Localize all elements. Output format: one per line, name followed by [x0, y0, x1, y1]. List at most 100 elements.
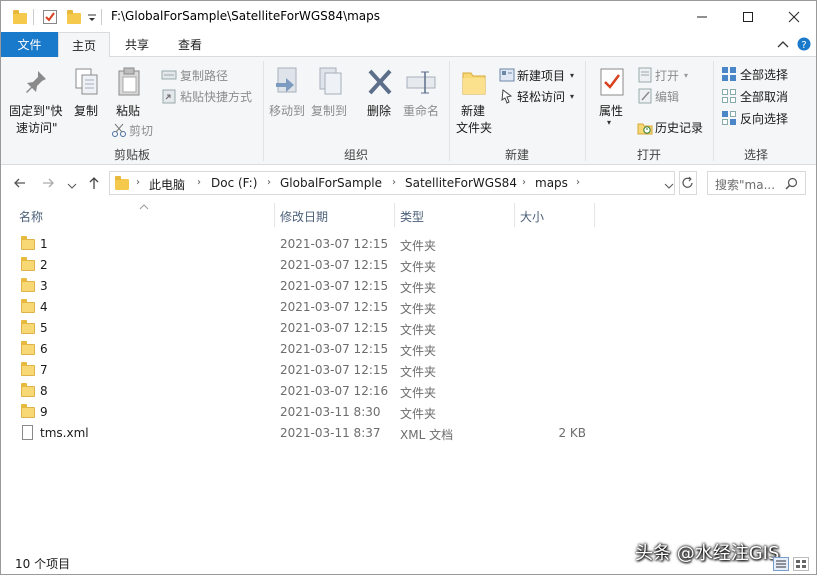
file-row[interactable]: 4 2021-03-07 12:15 文件夹: [15, 297, 805, 318]
copy-to-button[interactable]: 复制到: [311, 102, 347, 119]
copy-button[interactable]: 复制: [74, 102, 98, 119]
column-header-name[interactable]: 名称: [19, 208, 43, 225]
new-folder-qat-icon[interactable]: [67, 10, 81, 24]
file-date: 2021-03-07 12:15: [280, 279, 389, 293]
close-button[interactable]: [771, 1, 816, 32]
rename-button[interactable]: 重命名: [403, 102, 439, 119]
breadcrumb-drive[interactable]: Doc (F:): [211, 176, 257, 190]
tab-view[interactable]: 查看: [164, 32, 216, 57]
file-row[interactable]: 5 2021-03-07 12:15 文件夹: [15, 318, 805, 339]
file-type: 文件夹: [400, 260, 437, 274]
file-type: 文件夹: [400, 344, 437, 358]
details-view-button[interactable]: [773, 557, 789, 571]
paste-shortcut-button[interactable]: 粘贴快捷方式: [180, 88, 252, 105]
invert-selection-icon: [721, 110, 737, 126]
delete-button[interactable]: 删除: [367, 102, 391, 119]
help-icon[interactable]: ?: [797, 37, 811, 51]
file-row[interactable]: 1 2021-03-07 12:15 文件夹: [15, 234, 805, 255]
file-name: 8: [40, 384, 48, 398]
move-to-button[interactable]: 移动到: [269, 102, 305, 119]
pin-quick-access-label-1[interactable]: 固定到"快: [9, 102, 63, 119]
folder-icon: [21, 320, 35, 334]
explorer-window: F:\GlobalForSample\SatelliteForWGS84\map…: [0, 0, 817, 575]
tab-file[interactable]: 文件: [1, 32, 58, 57]
large-icons-view-button[interactable]: [793, 557, 809, 571]
file-row[interactable]: 7 2021-03-07 12:15 文件夹: [15, 360, 805, 381]
maximize-button[interactable]: [725, 1, 771, 32]
breadcrumb-satellite[interactable]: SatelliteForWGS84: [405, 176, 517, 190]
column-divider[interactable]: [394, 203, 395, 227]
file-date: 2021-03-07 12:15: [280, 258, 389, 272]
breadcrumb-globalforsample[interactable]: GlobalForSample: [280, 176, 382, 190]
forward-arrow-icon[interactable]: [41, 176, 55, 190]
select-group-label: 选择: [743, 148, 768, 162]
file-row[interactable]: 3 2021-03-07 12:15 文件夹: [15, 276, 805, 297]
select-all-icon: [721, 66, 737, 82]
back-arrow-icon[interactable]: [13, 176, 27, 190]
breadcrumb-separator-icon[interactable]: ›: [576, 177, 580, 188]
collapse-ribbon-icon[interactable]: [777, 39, 789, 49]
edit-button[interactable]: 编辑: [655, 88, 679, 105]
breadcrumb-separator-icon[interactable]: ›: [267, 177, 271, 188]
breadcrumb-maps[interactable]: maps: [535, 176, 568, 190]
cut-button[interactable]: 剪切: [129, 122, 153, 139]
file-row[interactable]: 8 2021-03-07 12:16 文件夹: [15, 381, 805, 402]
new-item-dropdown-icon[interactable]: ▾: [570, 71, 574, 80]
sort-ascending-icon: [139, 199, 149, 210]
select-none-button[interactable]: 全部取消: [740, 88, 788, 105]
select-all-button[interactable]: 全部选择: [740, 66, 788, 83]
pin-icon: [24, 68, 50, 96]
easy-access-dropdown-icon[interactable]: ▾: [570, 92, 574, 101]
new-folder-icon: [461, 67, 487, 97]
history-icon: [637, 119, 653, 135]
recent-locations-icon[interactable]: [67, 179, 77, 189]
refresh-button[interactable]: [679, 171, 697, 195]
column-header-type[interactable]: 类型: [400, 208, 424, 225]
open-dropdown-icon[interactable]: ▾: [684, 71, 688, 80]
file-row[interactable]: 6 2021-03-07 12:15 文件夹: [15, 339, 805, 360]
history-button[interactable]: 历史记录: [655, 119, 703, 136]
properties-button[interactable]: 属性: [599, 102, 623, 119]
file-date: 2021-03-07 12:16: [280, 384, 389, 398]
file-size: 2 KB: [558, 426, 586, 440]
search-icon[interactable]: [785, 177, 798, 190]
easy-access-button[interactable]: 轻松访问: [517, 88, 565, 105]
up-arrow-icon[interactable]: [87, 176, 101, 190]
file-name: 4: [40, 300, 48, 314]
status-item-count: 10 个项目: [15, 557, 71, 571]
minimize-button[interactable]: [679, 1, 725, 32]
file-row[interactable]: tms.xml 2021-03-11 8:37 XML 文档 2 KB: [15, 423, 805, 444]
breadcrumb-this-pc[interactable]: 此电脑: [149, 176, 185, 193]
file-type: XML 文档: [400, 428, 454, 442]
column-header-date[interactable]: 修改日期: [280, 208, 328, 225]
column-divider[interactable]: [594, 203, 595, 227]
address-dropdown-icon[interactable]: [664, 179, 674, 189]
file-type: 文件夹: [400, 281, 437, 295]
new-item-button[interactable]: 新建项目: [517, 67, 565, 84]
properties-dropdown-icon[interactable]: ▾: [607, 118, 611, 127]
tab-home[interactable]: 主页: [58, 32, 110, 58]
copy-path-button[interactable]: 复制路径: [180, 67, 228, 84]
new-folder-label-1[interactable]: 新建: [461, 102, 485, 119]
qat-customize-icon[interactable]: [87, 12, 97, 22]
file-name: 3: [40, 279, 48, 293]
open-button[interactable]: 打开: [655, 67, 679, 84]
file-row[interactable]: 9 2021-03-11 8:30 文件夹: [15, 402, 805, 423]
breadcrumb-separator-icon[interactable]: ›: [136, 177, 140, 188]
column-divider[interactable]: [274, 203, 275, 227]
new-folder-label-2[interactable]: 文件夹: [456, 119, 492, 136]
paste-button[interactable]: 粘贴: [116, 102, 140, 119]
breadcrumb-separator-icon[interactable]: ›: [522, 177, 526, 188]
properties-check-icon[interactable]: [42, 9, 58, 25]
edit-icon: [637, 88, 653, 104]
column-divider[interactable]: [514, 203, 515, 227]
pin-quick-access-label-2[interactable]: 速访问": [16, 119, 58, 136]
breadcrumb-separator-icon[interactable]: ›: [197, 177, 201, 188]
xml-file-icon: [22, 425, 33, 440]
invert-selection-button[interactable]: 反向选择: [740, 110, 788, 127]
column-header-size[interactable]: 大小: [520, 208, 544, 225]
breadcrumb-separator-icon[interactable]: ›: [392, 177, 396, 188]
file-row[interactable]: 2 2021-03-07 12:15 文件夹: [15, 255, 805, 276]
file-date: 2021-03-07 12:15: [280, 237, 389, 251]
tab-share[interactable]: 共享: [112, 32, 162, 57]
